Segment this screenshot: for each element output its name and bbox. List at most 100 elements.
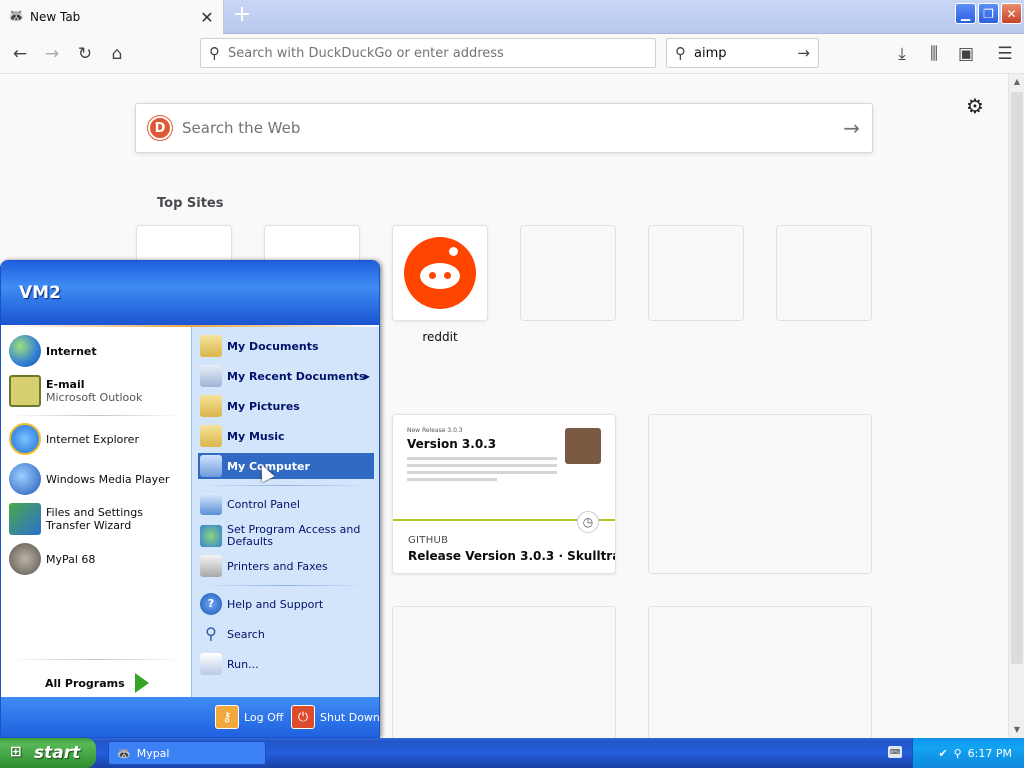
start-item-label: Run...: [227, 657, 259, 671]
start-item-printers[interactable]: Printers and Faxes: [198, 553, 374, 579]
search-icon: ⚲: [205, 624, 217, 643]
start-label: start: [34, 743, 81, 763]
taskbar-item-mypal[interactable]: 🦝 Mypal: [108, 741, 266, 765]
web-search-box[interactable]: D Search the Web →: [135, 103, 873, 153]
search-input[interactable]: aimp: [694, 46, 797, 61]
start-item-internet[interactable]: Internet: [9, 335, 187, 367]
top-site-empty[interactable]: [776, 225, 872, 321]
library-button[interactable]: ⫼: [920, 40, 948, 68]
start-item-sublabel: Microsoft Outlook: [46, 391, 143, 404]
start-item-transfer-wizard[interactable]: Files and Settings Transfer Wizard: [9, 503, 187, 535]
top-site-reddit[interactable]: [392, 225, 488, 321]
start-item-my-music[interactable]: My Music: [198, 423, 374, 449]
scroll-thumb[interactable]: [1011, 92, 1023, 664]
key-icon: ⚷: [215, 705, 239, 729]
recent-docs-icon: [200, 365, 222, 387]
shut-down-button[interactable]: ⏻ Shut Down: [291, 705, 379, 729]
transfer-wizard-icon: [9, 503, 41, 535]
clock[interactable]: 6:17 PM: [968, 747, 1012, 760]
settings-gear-icon[interactable]: ⚙: [966, 94, 984, 118]
scroll-down-icon[interactable]: ▼: [1009, 722, 1024, 738]
back-button[interactable]: ←: [6, 40, 34, 68]
url-placeholder: Search with DuckDuckGo or enter address: [228, 45, 504, 61]
search-bar[interactable]: ⚲ aimp →: [666, 38, 819, 68]
back-arrow-icon: ←: [12, 44, 28, 64]
close-window-button[interactable]: ✕: [1001, 3, 1022, 24]
taskbar-item-label: Mypal: [136, 746, 170, 760]
forward-arrow-icon: →: [44, 44, 60, 64]
start-menu-pinned: Internet E-mail Microsoft Outlook Interne…: [1, 327, 191, 697]
start-button[interactable]: ⊞ start: [0, 738, 96, 768]
url-bar[interactable]: ⚲ Search with DuckDuckGo or enter addres…: [200, 38, 656, 68]
start-item-mypal[interactable]: MyPal 68: [9, 543, 187, 575]
run-icon: [200, 653, 222, 675]
restore-button[interactable]: ❐: [978, 3, 999, 24]
taskbar: ⊞ start 🦝 Mypal ⌨ ✔ ⚲ 6:17 PM: [0, 738, 1024, 768]
start-item-label: Search: [227, 627, 265, 641]
home-button[interactable]: ⌂: [103, 40, 131, 68]
globe-icon: [9, 335, 41, 367]
vertical-scrollbar[interactable]: ▲ ▼: [1008, 74, 1024, 738]
start-item-recent-documents[interactable]: My Recent Documents ▶: [198, 363, 374, 389]
start-item-label: Internet: [46, 344, 97, 358]
start-item-program-access[interactable]: Set Program Access and Defaults: [198, 521, 374, 551]
tab-bar: 🦝 New Tab ✕ + ▁ ❐ ✕: [0, 0, 1024, 34]
home-icon: ⌂: [111, 44, 123, 64]
author-avatar: [565, 428, 601, 464]
start-item-label: Control Panel: [227, 497, 300, 511]
menu-button[interactable]: ☰: [991, 40, 1019, 68]
start-item-my-computer[interactable]: My Computer: [198, 453, 374, 479]
log-off-button[interactable]: ⚷ Log Off: [215, 705, 283, 729]
preview-title: Version 3.0.3: [407, 437, 497, 451]
start-item-help[interactable]: ? Help and Support: [198, 591, 374, 617]
new-tab-button[interactable]: +: [232, 4, 252, 28]
start-item-search[interactable]: ⚲ Search: [198, 621, 374, 647]
highlight-preview: New Release 3.0.3 Version 3.0.3: [393, 415, 615, 521]
tab-title: New Tab: [30, 10, 81, 24]
top-site-empty[interactable]: [648, 225, 744, 321]
tab-new-tab[interactable]: 🦝 New Tab ✕: [0, 0, 224, 34]
search-go-arrow-icon[interactable]: →: [797, 44, 810, 62]
reload-icon: ↻: [77, 44, 93, 64]
start-item-control-panel[interactable]: Control Panel: [198, 491, 374, 517]
log-off-label: Log Off: [244, 710, 284, 724]
system-tray: ✔ ⚲ 6:17 PM: [912, 738, 1024, 768]
pictures-folder-icon: [200, 395, 222, 417]
highlight-empty: [648, 414, 872, 574]
computer-icon: [200, 455, 222, 477]
scroll-up-icon[interactable]: ▲: [1009, 74, 1024, 90]
minimize-button[interactable]: ▁: [955, 3, 976, 24]
top-sites-heading: Top Sites: [157, 196, 224, 211]
highlight-source: GITHUB: [408, 535, 449, 546]
start-item-label: My Music: [227, 429, 285, 443]
forward-button[interactable]: →: [38, 40, 66, 68]
reload-button[interactable]: ↻: [71, 40, 99, 68]
start-item-label: My Recent Documents: [227, 369, 366, 383]
start-item-internet-explorer[interactable]: Internet Explorer: [9, 423, 187, 455]
start-item-media-player[interactable]: Windows Media Player: [9, 463, 187, 495]
start-menu: VM2 Internet E-mail Microsoft Outlook Int…: [0, 260, 380, 738]
search-submit-arrow-icon[interactable]: →: [843, 116, 860, 140]
start-item-run[interactable]: Run...: [198, 651, 374, 677]
hamburger-menu-icon: ☰: [997, 44, 1013, 64]
start-item-label: Set Program Access and Defaults: [227, 523, 361, 548]
keyboard-icon[interactable]: ⌨: [888, 746, 902, 758]
control-panel-icon: [200, 493, 222, 515]
sidebar-button[interactable]: ▣: [952, 40, 980, 68]
start-item-email[interactable]: E-mail Microsoft Outlook: [9, 375, 187, 407]
duckduckgo-logo-icon: D: [148, 116, 172, 140]
top-site-empty[interactable]: [520, 225, 616, 321]
tab-close-icon[interactable]: ✕: [199, 8, 215, 27]
media-player-icon: [9, 463, 41, 495]
outlook-icon: [9, 375, 41, 407]
start-menu-user: VM2: [1, 261, 379, 325]
tray-search-icon[interactable]: ⚲: [954, 747, 962, 760]
start-item-my-pictures[interactable]: My Pictures: [198, 393, 374, 419]
network-icon[interactable]: ✔: [938, 747, 947, 760]
highlight-card[interactable]: New Release 3.0.3 Version 3.0.3 ◷ GITHUB…: [392, 414, 616, 574]
start-item-label: Printers and Faxes: [227, 559, 328, 573]
downloads-button[interactable]: ⤓: [888, 40, 916, 68]
top-site-label: reddit: [422, 330, 458, 344]
all-programs-button[interactable]: All Programs: [45, 673, 149, 693]
start-item-my-documents[interactable]: My Documents: [198, 333, 374, 359]
